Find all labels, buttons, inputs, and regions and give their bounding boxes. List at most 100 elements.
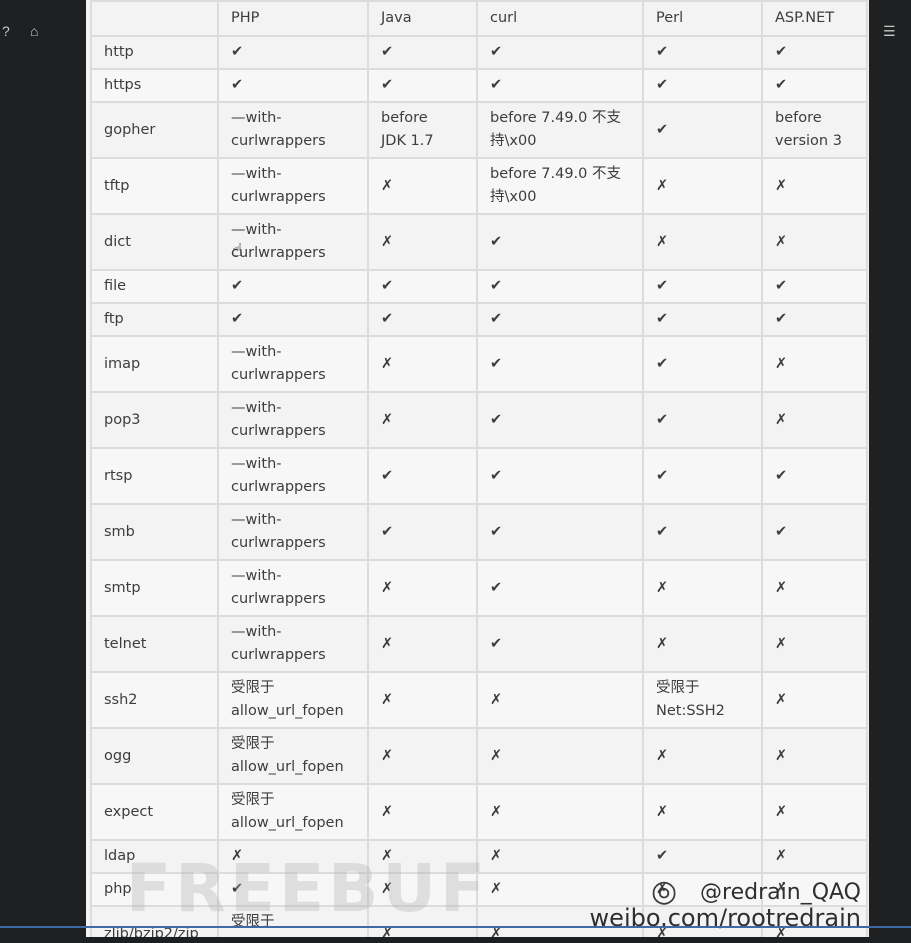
support-cell: ✔: [476, 335, 644, 393]
cell-line: ✔: [656, 278, 669, 294]
cell-line: ✔: [490, 233, 503, 250]
table-row: file ✔ ✔ ✔ ✔ ✔: [90, 269, 868, 304]
cell-line: ✗: [775, 925, 788, 938]
support-cell: ✗: [367, 213, 478, 271]
protocol-cell: file: [90, 269, 219, 304]
support-cell: ✔: [761, 269, 868, 304]
table-row: imap —with-curlwrappers ✗ ✔ ✔ ✗: [90, 335, 868, 393]
cell-line: ✔: [490, 278, 503, 294]
cell-line: —with-: [231, 110, 282, 126]
table-row: ldap ✗ ✗ ✗ ✔ ✗: [90, 839, 868, 874]
support-cell: ✔: [642, 503, 763, 561]
cell-line: allow_url_fopen: [231, 703, 344, 719]
cell-line: version 3: [775, 133, 842, 149]
cell-line: —with-: [231, 400, 282, 416]
support-cell: ✗: [642, 559, 763, 617]
protocol-cell: pop3: [90, 391, 219, 449]
cell-line: ✗: [656, 747, 669, 764]
cell-line: ✗: [490, 925, 503, 938]
support-cell: ✔: [761, 35, 868, 70]
support-cell: ✔: [367, 35, 478, 70]
cell-line: ✔: [656, 77, 669, 93]
support-cell: ✔: [642, 101, 763, 159]
cell-line: —with-: [231, 512, 282, 528]
protocol-cell: https: [90, 68, 219, 103]
support-cell: ✔: [476, 269, 644, 304]
protocol-cell: smb: [90, 503, 219, 561]
cell-line: ✗: [381, 747, 394, 764]
cell-line: ✔: [490, 411, 503, 428]
cell-line: ✔: [231, 278, 244, 294]
table-row: ftp ✔ ✔ ✔ ✔ ✔: [90, 302, 868, 337]
cell-line: ✔: [775, 311, 788, 327]
cell-line: curlwrappers: [231, 189, 326, 205]
support-cell: ✗: [642, 783, 763, 841]
protocol-cell: telnet: [90, 615, 219, 673]
table-row: telnet —with-curlwrappers ✗ ✔ ✗ ✗: [90, 615, 868, 673]
table-row: rtsp —with-curlwrappers ✔ ✔ ✔ ✔: [90, 447, 868, 505]
cell-line: ✔: [381, 311, 394, 327]
cell-line: ✗: [490, 803, 503, 820]
cell-line: curlwrappers: [231, 647, 326, 663]
support-cell: ✔: [642, 839, 763, 874]
support-cell: ✗: [642, 905, 763, 937]
support-cell: before 7.49.0 不支 持\x00: [476, 157, 644, 215]
cell-line: ✔: [231, 77, 244, 93]
cell-line: curlwrappers: [231, 133, 326, 149]
header-cell: Perl: [642, 0, 763, 37]
support-cell: —with-curlwrappers: [217, 101, 369, 159]
cell-line: Net:SSH2: [656, 703, 725, 719]
support-cell: ✔: [367, 68, 478, 103]
cell-line: ✔: [656, 121, 669, 138]
cell-line: ✔: [656, 311, 669, 327]
header-cell: [90, 0, 219, 37]
support-cell: ✗: [476, 783, 644, 841]
support-cell: ✔: [217, 35, 369, 70]
support-cell: ✗: [761, 872, 868, 907]
screen: ? ⌂ ☰ PHP Java curl Perl ASP.NET http ✔ ✔ ✔…: [0, 0, 911, 943]
cell-line: ✔: [490, 311, 503, 327]
cell-line: ✗: [381, 848, 394, 864]
support-cell: ✔: [642, 68, 763, 103]
protocol-cell: php: [90, 872, 219, 907]
support-cell: ✗: [642, 727, 763, 785]
table-row: smtp —with-curlwrappers ✗ ✔ ✗ ✗: [90, 559, 868, 617]
cell-line: ✔: [231, 44, 244, 60]
document-viewer: PHP Java curl Perl ASP.NET http ✔ ✔ ✔ ✔ ✔ http…: [86, 0, 869, 937]
cell-line: ✔: [490, 355, 503, 372]
table-row: smb —with-curlwrappers ✔ ✔ ✔ ✔: [90, 503, 868, 561]
support-cell: 受限于 Net:SSH2: [642, 671, 763, 729]
cell-line: before 7.49.0 不支: [490, 110, 622, 126]
cell-line: 持\x00: [490, 133, 537, 149]
menu-icon[interactable]: ☰: [883, 24, 896, 38]
cell-line: ✗: [775, 881, 788, 897]
cell-line: curlwrappers: [231, 245, 326, 261]
cell-line: ✔: [381, 467, 394, 484]
cell-line: ✗: [775, 803, 788, 820]
support-cell: ✔: [476, 213, 644, 271]
cell-line: ✔: [656, 355, 669, 372]
protocol-cell: ssh2: [90, 671, 219, 729]
cell-line: ✗: [775, 355, 788, 372]
cell-line: —with-: [231, 624, 282, 640]
protocol-cell: tftp: [90, 157, 219, 215]
help-icon[interactable]: ?: [2, 24, 10, 38]
cell-line: 受限于: [231, 680, 275, 696]
support-cell: ✔: [642, 35, 763, 70]
support-cell: ✗: [367, 391, 478, 449]
support-cell: ✔: [476, 391, 644, 449]
support-cell: ✗: [476, 872, 644, 907]
support-cell: ✔: [367, 447, 478, 505]
protocol-cell: rtsp: [90, 447, 219, 505]
header-cell: ASP.NET: [761, 0, 868, 37]
support-cell: ✔: [642, 391, 763, 449]
support-cell: —with-curlwrappers: [217, 335, 369, 393]
cell-line: 受限于: [231, 914, 275, 930]
support-cell: ✗: [761, 559, 868, 617]
cell-line: curlwrappers: [231, 535, 326, 551]
support-cell: before JDK 1.7: [367, 101, 478, 159]
cell-line: ✗: [490, 848, 503, 864]
support-cell: ✔: [476, 615, 644, 673]
cell-line: ✗: [775, 177, 788, 194]
eraser-icon[interactable]: ⌂: [30, 24, 38, 38]
